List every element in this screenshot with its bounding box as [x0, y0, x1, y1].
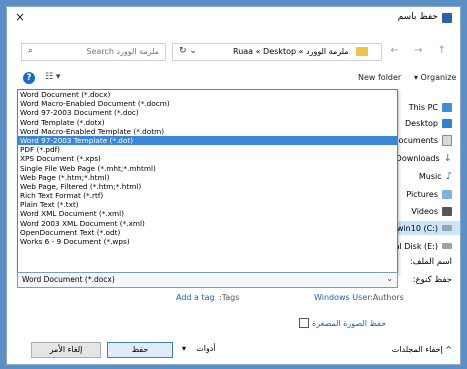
save-as-type-label: حفظ كنوع: [412, 275, 452, 285]
save-button[interactable]: حفظ [107, 342, 173, 358]
download-icon: ↓ [443, 152, 452, 164]
folder-icon [356, 47, 368, 56]
hide-folders-arrow-icon: ^ [445, 345, 452, 354]
save-thumbnail-checkbox[interactable] [299, 318, 309, 328]
hide-folders-label: إخفاء المجلدات [391, 345, 443, 354]
dropdown-option[interactable]: Word 2003 XML Document (*.xml) [18, 219, 397, 228]
save-as-type-select[interactable]: Word Document (*.docx) ⌄ [17, 272, 398, 288]
dropdown-option[interactable]: Plain Text (*.txt) [18, 200, 397, 209]
sidebar-item-documents[interactable]: Documents [392, 133, 452, 147]
sidebar-item-label: Desktop [405, 118, 438, 128]
monitor-icon [442, 102, 452, 112]
sidebar-item-videos[interactable]: Videos [411, 204, 452, 218]
dropdown-option[interactable]: Word 97-2003 Document (*.doc) [18, 108, 397, 117]
documents-icon [442, 134, 452, 146]
sidebar-item-label: Documents [392, 135, 438, 145]
filename-label: اسم الملف: [409, 257, 452, 267]
authors-label: :Authors [370, 293, 404, 302]
dialog-footer: إلغاء الأمر حفظ ▾ أدوات ^ إخفاء المجلدات [7, 337, 460, 364]
save-as-dialog: × حفظ باسم ⌕ Search ملزمة الوورد ↻ ⌄ Rua… [6, 6, 461, 365]
dropdown-option[interactable]: Single File Web Page (*.mht;*.mhtml) [18, 164, 397, 173]
dialog-title: حفظ باسم [397, 12, 438, 22]
dropdown-option[interactable]: XPS Document (*.xps) [18, 154, 397, 163]
path-field[interactable]: ↻ ⌄ Ruaa « Desktop « ملزمة الوورد [172, 43, 382, 61]
breadcrumb[interactable]: Ruaa « Desktop « ملزمة الوورد [233, 47, 349, 56]
dropdown-option[interactable]: Word Macro-Enabled Template (*.dotm) [18, 127, 397, 136]
save-as-type-value: Word Document (*.docx) [22, 275, 115, 284]
file-type-dropdown-list[interactable]: Word Document (*.docx) Word Macro-Enabled… [17, 89, 398, 274]
sidebar-item-win10-c[interactable]: win10 (C:) [396, 221, 460, 235]
tools-arrow-icon: ▾ [182, 344, 187, 353]
dropdown-option[interactable]: Rich Text Format (*.rtf) [18, 191, 397, 200]
dropdown-option[interactable]: Web Page (*.htm;*.html) [18, 173, 397, 182]
navigation-arrows[interactable]: ← → ↑ [391, 45, 453, 56]
dropdown-option[interactable]: OpenDocument Text (*.odt) [18, 228, 397, 237]
search-icon: ⌕ [28, 46, 34, 56]
sidebar-item-label: Videos [411, 206, 438, 216]
sidebar-item-this-pc[interactable]: This PC [409, 100, 452, 114]
drive-icon [442, 225, 452, 231]
toolbar: ? ☷ ▾ New folder ▾ Organize [7, 69, 460, 89]
help-icon[interactable]: ? [23, 72, 35, 84]
sidebar-item-label: Music [418, 171, 442, 181]
new-folder-button[interactable]: New folder [358, 73, 401, 82]
sidebar-item-downloads[interactable]: Downloads ↓ [396, 151, 452, 165]
view-options-icon[interactable]: ☷ ▾ [45, 72, 60, 82]
sidebar-item-label: win10 (C:) [396, 223, 438, 233]
authors-input[interactable]: Windows User [314, 293, 371, 302]
dropdown-option[interactable]: PDF (*.pdf) [18, 145, 397, 154]
dropdown-option[interactable]: Word Document (*.docx) [18, 90, 397, 99]
chevron-down-icon[interactable]: ⌄ [386, 274, 393, 283]
cancel-button[interactable]: إلغاء الأمر [31, 342, 101, 358]
dropdown-option[interactable]: Word XML Document (*.xml) [18, 209, 397, 218]
videos-icon [442, 206, 452, 216]
dropdown-option[interactable]: Word 97-2003 Template (*.dot) [18, 135, 397, 146]
save-thumbnail-option[interactable]: حفظ الصورة المصغرة [299, 318, 386, 328]
close-icon[interactable]: × [15, 10, 25, 24]
drive-icon [442, 243, 452, 249]
tools-button[interactable]: ▾ أدوات [182, 344, 216, 353]
organize-button[interactable]: ▾ Organize [414, 73, 456, 82]
dropdown-option[interactable]: Works 6 - 9 Document (*.wps) [18, 237, 397, 246]
address-bar: ⌕ Search ملزمة الوورد ↻ ⌄ Ruaa « Desktop… [7, 41, 460, 63]
sidebar-item-label: This PC [408, 102, 438, 112]
word-app-icon [442, 13, 452, 23]
dropdown-option[interactable]: Web Page, Filtered (*.htm;*.html) [18, 182, 397, 191]
refresh-icon[interactable]: ↻ ⌄ [179, 46, 197, 56]
sidebar-item-label: Pictures [406, 189, 438, 199]
sidebar-item-label: Downloads [395, 153, 440, 163]
tags-input[interactable]: Add a tag [176, 293, 215, 302]
sidebar-item-music[interactable]: Music ♪ [419, 169, 452, 183]
dropdown-option[interactable]: Word Template (*.dotx) [18, 118, 397, 127]
tags-label: :Tags [219, 293, 240, 302]
hide-folders-button[interactable]: ^ إخفاء المجلدات [392, 345, 452, 354]
save-thumbnail-label: حفظ الصورة المصغرة [312, 318, 387, 328]
desktop-icon [442, 118, 452, 128]
sidebar-item-desktop[interactable]: Desktop [405, 116, 452, 130]
tools-label: أدوات [196, 344, 216, 353]
dropdown-option[interactable]: Word Macro-Enabled Document (*.docm) [18, 99, 397, 108]
sidebar-item-pictures[interactable]: Pictures [406, 187, 452, 201]
search-placeholder: Search ملزمة الوورد [86, 47, 159, 56]
music-icon: ♪ [445, 170, 452, 182]
search-input[interactable]: ⌕ Search ملزمة الوورد [21, 43, 166, 61]
pictures-icon [442, 189, 452, 199]
title-bar: × حفظ باسم [7, 7, 460, 29]
